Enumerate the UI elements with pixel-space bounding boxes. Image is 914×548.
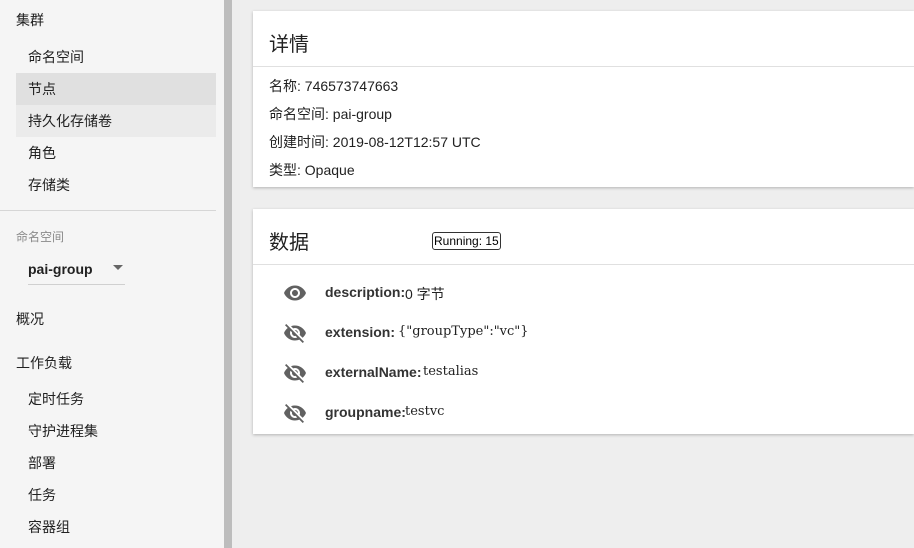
data-key: description: (325, 284, 406, 300)
sidebar-item-pods[interactable]: 容器组 (16, 511, 216, 543)
sidebar-item-nodes[interactable]: 节点 (16, 73, 216, 105)
sidebar-item-deployments[interactable]: 部署 (16, 447, 216, 479)
sidebar-item-namespaces[interactable]: 命名空间 (16, 41, 216, 73)
eye-icon[interactable] (283, 281, 307, 305)
data-value: 0 字节 (405, 286, 445, 302)
data-card: 数据 Running: 15 description: 0 字节 extensi… (253, 209, 914, 434)
details-title: 详情 (269, 34, 309, 56)
sidebar-item-jobs[interactable]: 任务 (16, 479, 216, 511)
namespace-select[interactable]: pai-group (28, 256, 125, 285)
eye-off-icon[interactable] (283, 361, 307, 385)
namespace-label: 命名空间 (16, 230, 65, 244)
data-title: 数据 (269, 232, 309, 254)
cluster-heading[interactable]: 集群 (16, 10, 44, 30)
chevron-down-icon (113, 265, 123, 270)
data-value: testalias (423, 364, 479, 379)
sidebar-scrollbar[interactable] (224, 0, 232, 548)
workloads-heading[interactable]: 工作负载 (16, 353, 72, 373)
detail-created: 创建时间: 2019-08-12T12:57 UTC (269, 134, 481, 150)
sidebar-item-storage-classes[interactable]: 存储类 (16, 169, 216, 201)
eye-off-icon[interactable] (283, 401, 307, 425)
sidebar-item-overview[interactable]: 概况 (16, 309, 44, 329)
detail-namespace: 命名空间: pai-group (269, 106, 392, 122)
data-key: groupname: (325, 404, 406, 420)
running-badge: Running: 15 (432, 232, 501, 250)
sidebar-item-cron-jobs[interactable]: 定时任务 (16, 383, 216, 415)
eye-off-icon[interactable] (283, 321, 307, 345)
sidebar-item-daemon-sets[interactable]: 守护进程集 (16, 415, 216, 447)
sidebar-item-roles[interactable]: 角色 (16, 137, 216, 169)
data-key: extension: (325, 324, 396, 340)
data-key: externalName: (325, 364, 422, 380)
sidebar-divider (0, 210, 216, 211)
data-value: {"groupType":"vc"} (398, 324, 529, 339)
data-value: testvc (405, 404, 445, 419)
namespace-select-value: pai-group (28, 261, 93, 277)
detail-name: 名称: 746573747663 (269, 78, 399, 94)
detail-type: 类型: Opaque (269, 162, 355, 178)
details-card: 详情 名称: 746573747663 命名空间: pai-group 创建时间… (253, 11, 914, 187)
data-divider (253, 264, 914, 265)
details-divider (253, 66, 914, 67)
sidebar: 集群 命名空间 节点 持久化存储卷 角色 存储类 命名空间 pai-group … (0, 0, 224, 548)
sidebar-item-persistent-volumes[interactable]: 持久化存储卷 (16, 105, 216, 137)
